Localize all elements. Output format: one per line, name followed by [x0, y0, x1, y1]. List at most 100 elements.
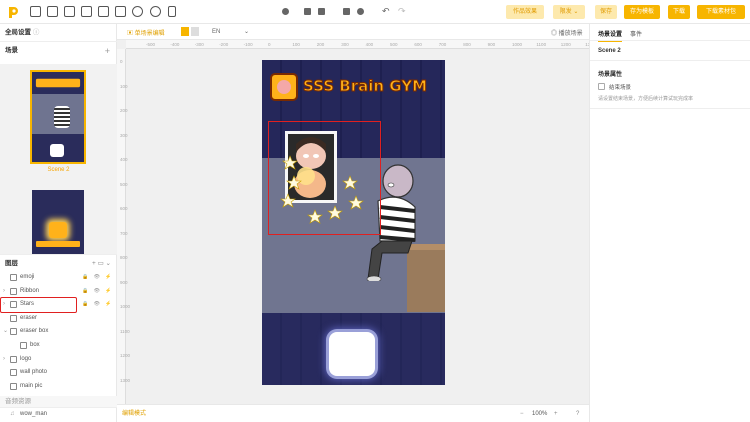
language-select[interactable]: EN ⌄ — [212, 28, 249, 35]
tab-events[interactable]: 事件 — [630, 29, 642, 38]
ruler-tick: 600 — [120, 206, 128, 211]
ruler-tick: 200 — [120, 108, 128, 113]
layer-item[interactable]: › logo — [0, 353, 117, 366]
scene-2-label: Scene 2 — [47, 167, 70, 173]
video-tool-icon[interactable] — [64, 6, 75, 17]
folder-icon — [10, 328, 17, 336]
audio-item[interactable]: ♫ wow_man — [0, 408, 117, 421]
device-toggle-icon[interactable] — [181, 27, 189, 36]
undo-icon[interactable]: ↶ — [382, 6, 390, 17]
ruler-tick: 1200 — [120, 353, 131, 358]
layer-item[interactable]: wall photo — [0, 366, 117, 379]
publish-dropdown[interactable]: 限发 ⌄ — [553, 5, 585, 19]
layer-name: wall photo — [20, 369, 48, 376]
copy-icon[interactable] — [343, 8, 350, 15]
audio-item-label: wow_man — [20, 411, 48, 417]
help-circle-icon[interactable]: ? — [576, 405, 579, 422]
audio-header: 音频资源 — [0, 396, 117, 408]
help-icon[interactable]: ⓘ — [33, 29, 40, 36]
layer-action-icons[interactable]: 🔒 👁 ⚡ — [82, 285, 114, 298]
ruler-tick: 400 — [365, 42, 374, 47]
audio-tool-icon[interactable] — [150, 6, 161, 17]
game-logo: SSS Brain GYM — [270, 72, 440, 102]
download-pack-button[interactable]: 下载素材包 — [697, 5, 745, 19]
ruler-tick: 1200 — [560, 42, 571, 47]
play-scene-button[interactable]: ◎ 播放场景 — [551, 28, 583, 37]
tab-divider — [590, 40, 750, 41]
layers-title: 图层 — [5, 260, 18, 267]
layer-name: Ribbon — [20, 287, 40, 294]
ruler-tick: 800 — [463, 42, 471, 47]
zoom-out-icon[interactable]: − — [520, 405, 524, 422]
effect-icon — [10, 287, 17, 295]
edit-mode-label: 编辑模式 — [122, 411, 147, 417]
align-center-icon[interactable] — [318, 8, 325, 15]
layer-item[interactable]: box — [0, 339, 117, 352]
layer-name: eraser — [20, 314, 38, 321]
ruler-tick: 200 — [316, 42, 325, 47]
ruler-tick: 700 — [438, 42, 447, 47]
effect-tool-icon[interactable] — [132, 6, 143, 17]
publish-label: 限发 — [559, 9, 572, 15]
scene-list[interactable]: Scene 2 — [0, 64, 117, 254]
section-divider-2 — [590, 108, 750, 109]
ruler-tick: 300 — [341, 42, 349, 47]
layer-action-icons[interactable]: 🔒 👁 ⚡ — [82, 271, 114, 284]
expand-arrow-icon[interactable]: › — [3, 353, 5, 366]
layer-item[interactable]: ⌄ eraser box — [0, 325, 117, 338]
end-scene-checkbox[interactable] — [598, 83, 605, 90]
right-panel: 场景设置 事件 Scene 2 场景属性 结束场景 请设置结束场景，方便后续计算… — [589, 24, 750, 422]
app-logo-icon[interactable] — [6, 5, 20, 19]
save-template-button[interactable]: 存为模板 — [624, 5, 660, 19]
single-scene-button[interactable]: ▣ 单场景编辑 — [127, 28, 165, 37]
ruler-tick: 1000 — [512, 42, 523, 47]
layer-action-icons[interactable]: 🔒 👁 ⚡ — [82, 298, 114, 311]
global-settings-header[interactable]: 全局设置 ⓘ — [0, 24, 117, 42]
zoom-level: 100% — [532, 411, 548, 417]
ruler-tick: 600 — [414, 42, 422, 47]
stars-layer-highlight — [0, 297, 77, 313]
align-left-icon[interactable] — [304, 8, 311, 15]
ruler-tick: 1000 — [120, 304, 131, 309]
layer-item[interactable]: main pic — [0, 380, 117, 393]
works-effect-button[interactable]: 作品效果 — [506, 5, 544, 19]
ruler-tick: 700 — [120, 230, 128, 236]
ruler-tick: 0 — [268, 42, 271, 47]
scene-name[interactable]: Scene 2 — [598, 48, 621, 54]
save-button[interactable]: 保存 — [595, 5, 617, 19]
eraser-box[interactable] — [329, 332, 375, 376]
image-tool-icon[interactable] — [47, 6, 58, 17]
scenes-header: 场景 + — [0, 42, 117, 60]
zoom-in-icon[interactable]: + — [554, 405, 558, 422]
layer-item[interactable]: eraser — [0, 312, 117, 325]
thumb-logo-text — [36, 241, 80, 247]
thumb-logo — [49, 222, 67, 238]
add-scene-icon[interactable]: + — [105, 42, 110, 60]
left-panel: 全局设置 ⓘ 场景 + Scene 2 图层 + ▭ ⌄ emoji 🔒 👁 ⚡ › Ri… — [0, 24, 117, 422]
canvas-footer: 编辑模式 − 100% + ? — [117, 404, 589, 422]
image-icon — [10, 314, 17, 322]
layer-item[interactable]: › Ribbon 🔒 👁 ⚡ — [0, 285, 117, 298]
select-tool-icon[interactable] — [30, 6, 41, 17]
selection-box — [268, 121, 381, 235]
image-icon — [10, 274, 17, 281]
ruler-tick: 400 — [120, 157, 128, 162]
ruler-tick: -500 — [146, 42, 156, 47]
redo-icon[interactable]: ↷ — [398, 6, 406, 17]
grid-tool-icon[interactable] — [81, 6, 92, 17]
layers-icon[interactable] — [282, 8, 289, 15]
scene-thumb-1[interactable] — [32, 190, 84, 254]
expand-arrow-icon[interactable]: › — [3, 285, 5, 298]
ruler-tick: 300 — [120, 132, 128, 138]
device-toggle-alt-icon[interactable] — [191, 27, 199, 36]
scene-thumb-2[interactable] — [30, 70, 86, 164]
text-tool-icon[interactable] — [115, 6, 126, 17]
layer-tool-icon[interactable] — [98, 6, 109, 17]
layer-name: box — [30, 342, 40, 348]
layer-item[interactable]: emoji 🔒 👁 ⚡ — [0, 271, 117, 284]
download-button[interactable]: 下载 — [668, 5, 690, 19]
phone-tool-icon[interactable] — [168, 6, 176, 17]
editor-app: ↶ ↷ 作品效果 限发 ⌄ 保存 存为模板 下载 下载素材包 全局设置 ⓘ 场景… — [0, 0, 750, 422]
expand-arrow-icon[interactable]: ⌄ — [3, 325, 8, 338]
color-icon[interactable] — [357, 8, 364, 15]
